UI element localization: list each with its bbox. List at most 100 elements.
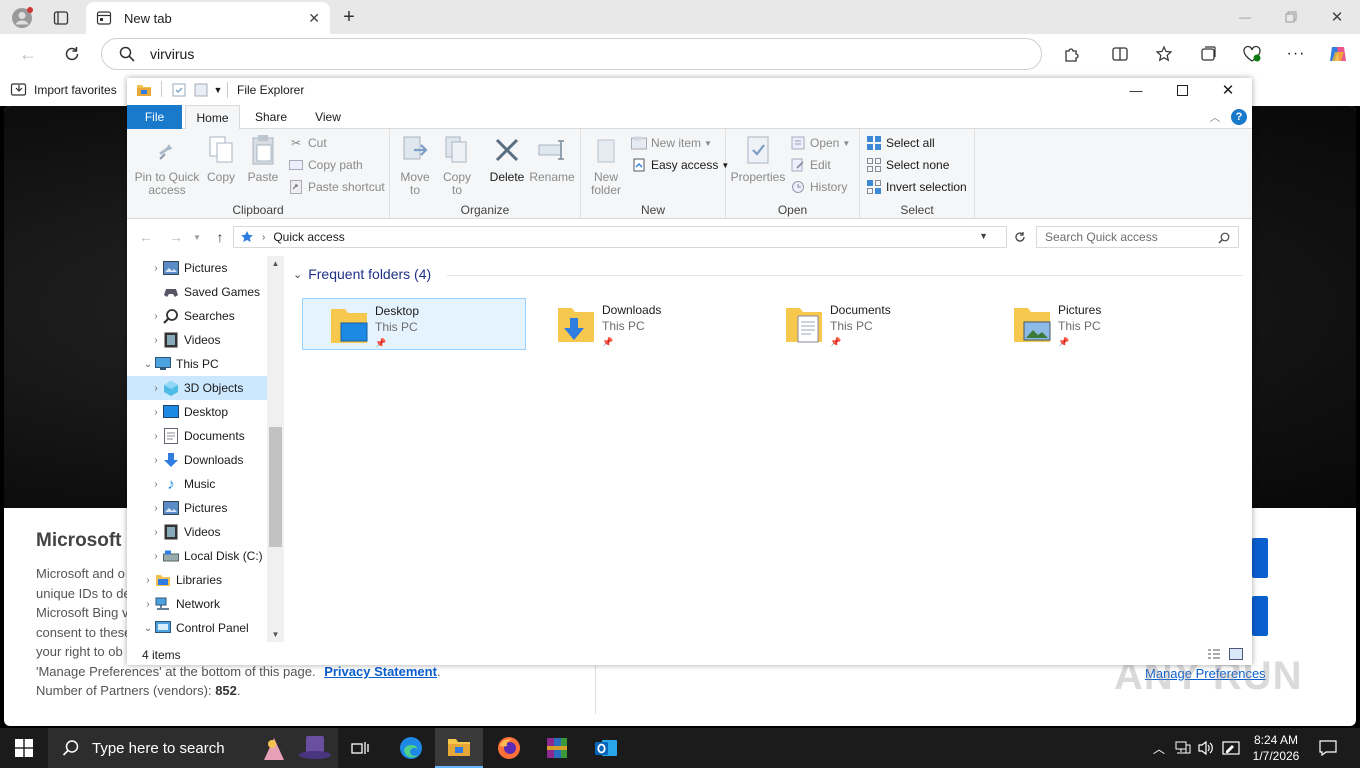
nav-back-button[interactable]: ←: [137, 228, 155, 246]
new-folder-button[interactable]: New folder: [585, 133, 627, 197]
tab-new-tab[interactable]: New tab ✕: [86, 2, 330, 34]
collapse-chevron-icon[interactable]: ⌄: [141, 359, 155, 370]
notification-center-button[interactable]: [1314, 736, 1342, 760]
tree-item-3d-objects[interactable]: › 3D Objects: [127, 376, 267, 400]
collapse-ribbon-button[interactable]: ︿: [1207, 109, 1223, 125]
folder-tile-downloads[interactable]: Downloads This PC 📌: [530, 298, 754, 350]
import-favorites-button[interactable]: Import favorites: [10, 81, 117, 99]
collapse-chevron-icon[interactable]: ⌄: [141, 623, 155, 634]
details-view-button[interactable]: [1205, 646, 1223, 662]
explorer-close-button[interactable]: ✕: [1213, 80, 1243, 100]
expand-chevron-icon[interactable]: ›: [149, 503, 163, 514]
tree-item-libraries[interactable]: › Libraries: [127, 568, 267, 592]
close-tab-icon[interactable]: ✕: [308, 10, 320, 27]
breadcrumb[interactable]: › Quick access ▼: [233, 226, 1007, 248]
cut-button[interactable]: ✂ Cut: [288, 133, 327, 153]
taskbar-firefox[interactable]: [485, 728, 533, 768]
settings-more-button[interactable]: ···: [1284, 42, 1308, 66]
qat-customize-button[interactable]: ▼: [213, 82, 223, 98]
expand-chevron-icon[interactable]: ›: [149, 431, 163, 442]
open-button[interactable]: Open ▼: [790, 133, 850, 153]
tab-share[interactable]: Share: [245, 105, 297, 129]
expand-chevron-icon[interactable]: ›: [149, 479, 163, 490]
tree-item-desktop[interactable]: › Desktop: [127, 400, 267, 424]
copilot-button[interactable]: [1326, 42, 1350, 66]
copy-to-button[interactable]: Copy to: [438, 133, 476, 197]
tab-actions-button[interactable]: [50, 7, 72, 29]
paste-shortcut-button[interactable]: Paste shortcut: [288, 177, 385, 197]
expand-chevron-icon[interactable]: ›: [149, 527, 163, 538]
task-view-button[interactable]: [336, 728, 384, 768]
explorer-search-box[interactable]: Search Quick access: [1036, 226, 1239, 248]
move-to-button[interactable]: Move to: [396, 133, 434, 197]
scroll-down-icon[interactable]: ▼: [270, 629, 281, 640]
reject-button-edge[interactable]: [1252, 596, 1268, 636]
edit-button[interactable]: Edit: [790, 155, 831, 175]
tree-item-control-panel[interactable]: ⌄ Control Panel: [127, 616, 267, 640]
qat-properties-button[interactable]: [171, 82, 187, 98]
nav-up-button[interactable]: ↑: [211, 228, 229, 246]
profile-avatar[interactable]: [10, 6, 34, 30]
new-item-button[interactable]: New item ▼: [631, 133, 712, 153]
expand-chevron-icon[interactable]: ›: [149, 551, 163, 562]
show-hidden-icons-button[interactable]: ︿: [1150, 738, 1168, 758]
rename-button[interactable]: Rename: [529, 133, 575, 184]
pin-quick-access-button[interactable]: Pin to Quick access: [133, 133, 201, 197]
refresh-button[interactable]: [1011, 228, 1029, 246]
breadcrumb-current[interactable]: Quick access: [273, 230, 344, 244]
tray-volume-button[interactable]: [1196, 738, 1216, 758]
tree-item-local-disk[interactable]: › Local Disk (C:): [127, 544, 267, 568]
select-all-button[interactable]: Select all: [866, 133, 935, 153]
close-window-button[interactable]: ✕: [1324, 6, 1350, 28]
tree-item-this-pc[interactable]: ⌄ This PC: [127, 352, 267, 376]
help-button[interactable]: ?: [1231, 109, 1247, 125]
tree-item-documents[interactable]: › Documents: [127, 424, 267, 448]
tree-item-music[interactable]: › ♪ Music: [127, 472, 267, 496]
refresh-button[interactable]: [60, 42, 84, 66]
folder-tile-pictures[interactable]: Pictures This PC 📌: [986, 298, 1210, 350]
new-tab-button[interactable]: +: [338, 6, 360, 28]
taskbar-search-box[interactable]: Type here to search: [48, 728, 338, 768]
expand-chevron-icon[interactable]: ›: [149, 263, 163, 274]
expand-chevron-icon[interactable]: ›: [149, 383, 163, 394]
expand-chevron-icon[interactable]: ›: [149, 407, 163, 418]
tray-network-button[interactable]: [1174, 738, 1192, 758]
taskbar-edge[interactable]: [387, 728, 435, 768]
tree-item-videos[interactable]: › Videos: [127, 328, 267, 352]
restore-window-button[interactable]: [1278, 6, 1304, 28]
properties-button[interactable]: Properties: [730, 133, 786, 184]
scroll-up-icon[interactable]: ▲: [270, 258, 281, 269]
paste-button[interactable]: Paste: [243, 133, 283, 184]
clock[interactable]: 8:24 AM 1/7/2026: [1246, 732, 1306, 764]
tree-item-saved-games[interactable]: Saved Games: [127, 280, 267, 304]
nav-forward-button[interactable]: →: [167, 228, 185, 246]
back-button[interactable]: ←: [16, 42, 40, 66]
browser-essentials-button[interactable]: [1240, 42, 1264, 66]
copy-button[interactable]: Copy: [203, 133, 239, 184]
tree-item-searches[interactable]: › Searches: [127, 304, 267, 328]
split-screen-button[interactable]: [1108, 42, 1132, 66]
scrollbar-thumb[interactable]: [269, 427, 282, 547]
expand-chevron-icon[interactable]: ›: [149, 455, 163, 466]
tray-input-button[interactable]: [1220, 738, 1242, 758]
large-icons-view-button[interactable]: [1227, 646, 1245, 662]
explorer-maximize-button[interactable]: [1167, 80, 1197, 100]
taskbar-winrar[interactable]: [533, 728, 581, 768]
frequent-folders-header[interactable]: ⌄ Frequent folders (4): [293, 266, 431, 282]
tab-file[interactable]: File: [127, 105, 182, 129]
delete-button[interactable]: Delete: [486, 133, 528, 184]
folder-tile-documents[interactable]: Documents This PC 📌: [758, 298, 982, 350]
favorites-button[interactable]: [1152, 42, 1176, 66]
expand-chevron-icon[interactable]: ›: [149, 335, 163, 346]
select-none-button[interactable]: Select none: [866, 155, 949, 175]
tree-item-pictures[interactable]: › Pictures: [127, 256, 267, 280]
extensions-button[interactable]: [1060, 42, 1084, 66]
qat-new-folder-button[interactable]: [193, 82, 209, 98]
folder-tile-desktop[interactable]: Desktop This PC 📌: [302, 298, 526, 350]
tab-home[interactable]: Home: [185, 105, 240, 130]
tree-item-network[interactable]: › Network: [127, 592, 267, 616]
privacy-statement-link[interactable]: Privacy Statement: [324, 664, 437, 679]
copy-path-button[interactable]: Copy path: [288, 155, 363, 175]
address-bar[interactable]: virvirus: [101, 38, 1042, 70]
recent-locations-button[interactable]: ▼: [191, 228, 203, 246]
